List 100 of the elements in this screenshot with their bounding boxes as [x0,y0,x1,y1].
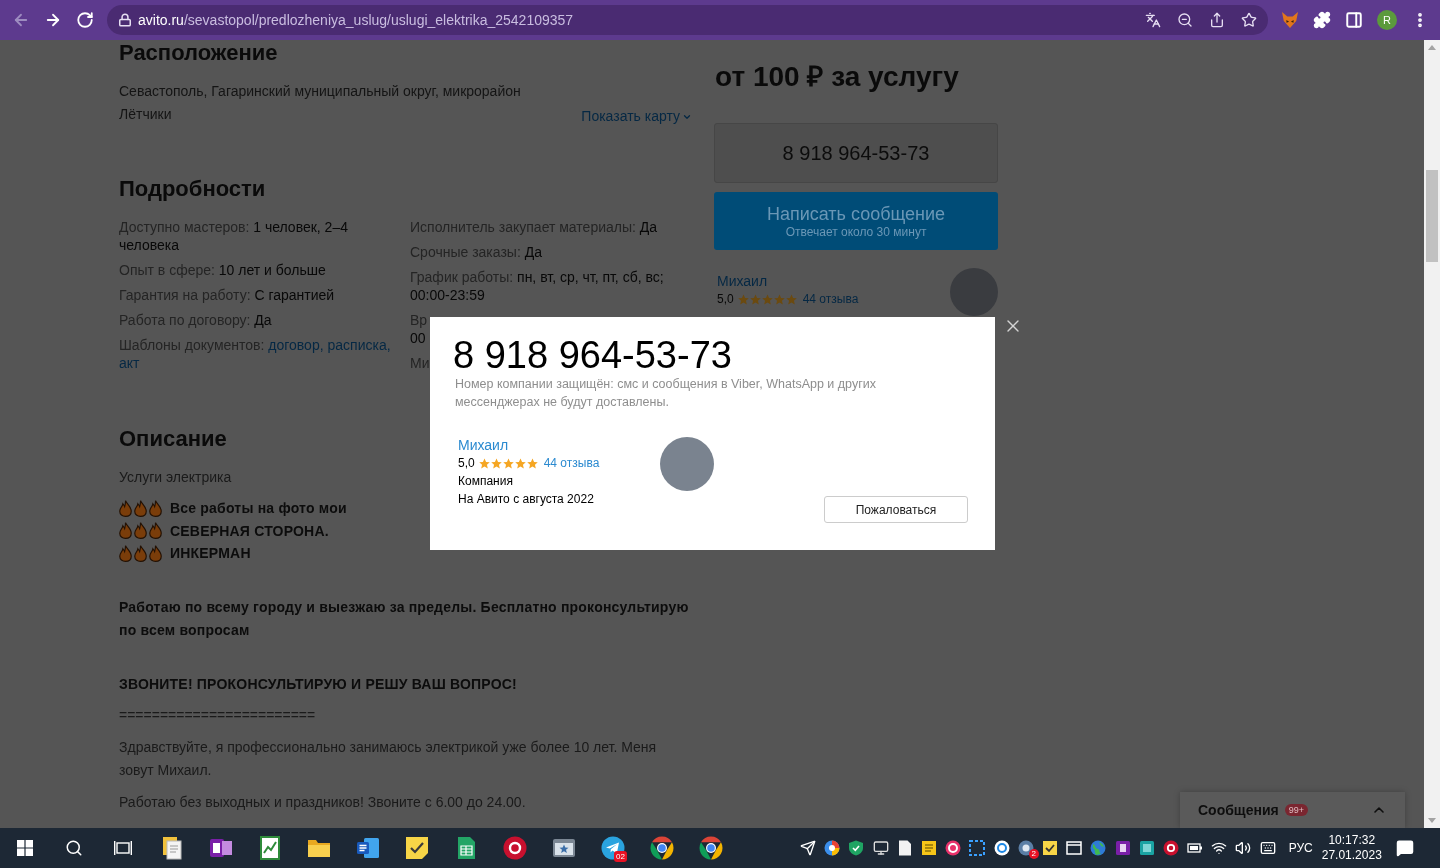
app-tile-icon[interactable] [1138,840,1155,856]
volume-icon[interactable] [1235,840,1252,856]
fire-icon [134,522,147,540]
reviews-link[interactable]: 44 отзыва [802,290,859,308]
sticky-note-icon[interactable] [404,836,429,860]
language-indicator[interactable]: РУС [1288,839,1313,857]
section-heading: Описание [119,426,227,452]
window-icon[interactable] [1066,840,1083,856]
document-link[interactable]: договор [268,337,320,353]
window-icon[interactable] [551,836,576,860]
task-view-icon[interactable] [113,840,132,856]
dashed-square-icon[interactable] [969,840,986,856]
show-map-link[interactable]: Показать карту [581,105,692,128]
shield-icon[interactable] [848,840,865,856]
avatar-photo-placeholder [950,268,998,316]
chart-document-icon[interactable] [257,836,282,860]
circle-logo-icon[interactable] [1017,840,1034,856]
target-icon[interactable] [945,840,962,856]
star-icon [761,293,773,305]
zoom-out-icon[interactable] [1177,12,1193,28]
star-icon [526,457,538,469]
document-icon[interactable] [355,836,380,860]
fire-icon [134,544,147,562]
member-since: На Авито с августа 2022 [458,491,594,508]
messages-widget[interactable]: Сообщения 99+ [1180,792,1405,828]
section-heading: Расположение [119,40,278,66]
monitor-icon[interactable] [872,840,889,856]
reviews-link[interactable]: 44 отзыва [543,454,600,472]
star-icon [785,293,797,305]
seller-name-link[interactable]: Михаил [717,272,768,290]
translate-icon[interactable] [1145,12,1161,28]
notifications-icon[interactable] [1395,839,1414,857]
reload-icon[interactable] [76,11,94,29]
document-link[interactable]: расписка [327,337,387,353]
avatar-photo-placeholder [660,437,714,491]
note-icon[interactable] [921,840,938,856]
phone-number-button[interactable]: 8 918 964-53-73 [714,123,998,183]
profile-avatar[interactable]: R [1377,10,1397,30]
section-heading: Подробности [119,176,266,202]
messages-label: Сообщения [1198,800,1279,820]
extensions-puzzle-icon[interactable] [1313,11,1331,29]
battery-icon[interactable] [1187,840,1204,856]
address-bar[interactable]: avito.ru/sevastopol/predlozheniya_uslug/uslugi_elektrika_2542109357 [107,5,1268,35]
fox-icon[interactable] [1281,12,1299,28]
bookmark-star-icon[interactable] [1241,12,1257,28]
send-icon[interactable] [800,840,817,856]
description-text: Работаю без выходных и праздников! Звоните с 6.00 до 24.00. [119,792,526,812]
document-link[interactable]: акт [119,355,140,371]
star-icon [773,293,785,305]
clock[interactable]: 10:17:32 27.01.2023 [1319,833,1384,863]
report-button[interactable]: Пожаловаться [824,496,968,523]
checkbox-icon[interactable] [1041,840,1058,856]
protection-note: Номер компании защищён: смс и сообщения в Viber, WhatsApp и других мессенджерах не будут доставлены. [454,376,877,411]
description-text: Все работы на фото мои [170,499,347,518]
star-icon [490,457,502,469]
url-text: avito.ru/sevastopol/predlozheniya_uslug/uslugi_elektrika_2542109357 [138,11,574,29]
description-text: Услуги электрика [119,468,232,487]
share-icon[interactable] [1209,12,1225,28]
wifi-icon[interactable] [1211,840,1228,856]
ring-icon[interactable] [993,840,1010,856]
notification-badge: 2 [1028,849,1039,859]
star-icon [502,457,514,469]
forward-arrow-icon[interactable] [44,11,62,29]
windows-logo-icon[interactable] [16,840,33,856]
fire-icon [134,499,147,517]
star-icon [737,293,749,305]
description-text: СЕВЕРНАЯ СТОРОНА. [170,521,329,540]
scrollbar-thumb[interactable] [1426,170,1438,262]
description-text: ИНКЕРМАН [170,544,251,563]
notebook-icon[interactable] [208,836,233,860]
phone-number: 8 918 964-53-73 [453,335,732,375]
description-text: Здравствуйте, я профессионально занимаюсь электрикой уже более 10 лет. Меня зовут Михаил. [119,737,658,780]
star-icon [514,457,526,469]
fire-icon [119,499,132,517]
rating-value: 5,0 [717,291,734,308]
price-text: от 100 ₽ за услугу [714,60,959,94]
seller-type: Компания [458,473,513,490]
notebook-icon[interactable] [1114,840,1131,856]
address-text: Севастополь, Гагаринский муниципальный округ, микрорайон Лётчики [119,82,522,124]
globe-icon[interactable] [1090,840,1107,856]
star-icon [749,293,761,305]
lock-icon [118,13,132,27]
fire-icon [149,544,162,562]
notification-badge: 02 [614,851,627,862]
round-logo-icon[interactable] [649,836,674,860]
file-icon[interactable] [896,840,913,856]
seller-name-link[interactable]: Михаил [458,436,509,454]
ring-logo-icon[interactable] [502,836,527,860]
fire-icon [149,499,162,517]
fire-icon [119,544,132,562]
rating-value: 5,0 [458,455,475,472]
round-logo-icon[interactable] [824,840,841,856]
description-text: Работаю по всему городу и выезжаю за пределы. Бесплатно проконсультирую по всем вопросам [119,597,690,640]
ring-logo-icon[interactable] [1162,840,1179,856]
fire-icon [119,522,132,540]
write-message-button[interactable]: Написать сообщение Отвечает около 30 минут [714,192,998,250]
search-icon[interactable] [64,839,83,857]
side-panel-icon[interactable] [1345,11,1363,29]
keyboard-icon[interactable] [1259,840,1276,856]
round-logo-icon[interactable] [698,836,723,860]
